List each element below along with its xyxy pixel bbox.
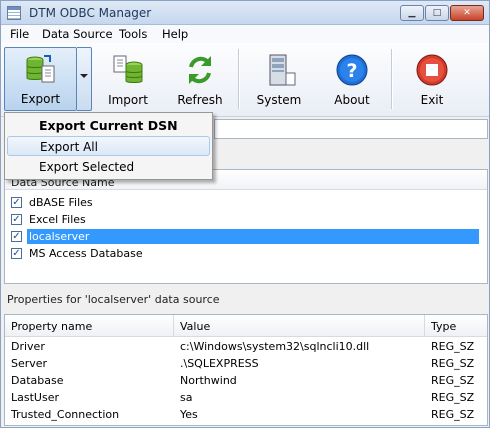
toolbar-separator [391,49,392,109]
table-cell[interactable]: REG_SZ [425,338,487,355]
menu-help[interactable]: Help [162,27,188,41]
export-button[interactable]: Export [4,47,77,111]
dsn-path-field[interactable] [214,119,488,139]
table-cell[interactable]: c:\Windows\system32\sqlncli10.dll [174,338,425,355]
system-label: System [256,93,302,107]
maximize-button[interactable]: □ [425,5,449,21]
dsn-name: Excel Files [29,213,86,226]
dsn-name: localserver [26,228,480,245]
table-cell[interactable]: Database [5,372,174,389]
dsn-list[interactable]: Data Source Name ✓ dBASE Files ✓ Excel F… [4,169,488,284]
toolbar: Export Import Refresh System ? About Exi… [1,43,489,117]
export-dropdown-button[interactable] [77,47,92,111]
refresh-button[interactable]: Refresh [169,47,231,111]
menu-data-source[interactable]: Data Source [42,27,113,41]
about-label: About [334,93,370,107]
main-window: DTM ODBC Manager ▁ □ ✕ File Data Source … [0,0,490,428]
column-header-type[interactable]: Type [425,315,487,337]
title-bar: DTM ODBC Manager ▁ □ ✕ [1,1,489,25]
properties-label: Properties for 'localserver' data source [7,293,220,306]
table-cell[interactable]: REG_SZ [425,406,487,423]
dsn-list-item-selected[interactable]: ✓ localserver [9,228,480,245]
help-icon: ? [336,54,368,86]
exit-button[interactable]: Exit [401,47,463,111]
minimize-button[interactable]: ▁ [400,5,424,21]
table-cell[interactable]: LastUser [5,389,174,406]
checkbox[interactable]: ✓ [11,197,22,208]
system-button[interactable]: System [247,47,311,111]
dsn-name: MS Access Database [29,247,143,260]
menu-bar: File Data Source Tools Help [1,25,489,43]
table-cell[interactable]: sa [174,389,425,406]
chevron-down-icon [80,74,88,78]
properties-table[interactable]: Property name Value Type Driver c:\Windo… [4,314,488,426]
table-cell[interactable]: REG_SZ [425,372,487,389]
dsn-list-item[interactable]: ✓ MS Access Database [9,246,479,262]
export-dropdown-menu: Export Current DSN Export All Export Sel… [4,112,213,180]
table-cell[interactable]: .\SQLEXPRESS [174,355,425,372]
table-cell[interactable]: REG_SZ [425,355,487,372]
window-title: DTM ODBC Manager [29,6,152,20]
table-cell[interactable]: REG_SZ [425,389,487,406]
stop-icon [416,54,448,86]
svg-text:?: ? [346,60,357,82]
exit-label: Exit [420,93,444,107]
checkbox[interactable]: ✓ [11,214,22,225]
table-cell[interactable]: Northwind [174,372,425,389]
export-database-icon [26,55,54,83]
refresh-icon [189,56,211,84]
menu-tools[interactable]: Tools [119,27,147,41]
menu-item-export-selected[interactable]: Export Selected [7,157,210,177]
app-icon [7,6,21,20]
table-cell[interactable]: Driver [5,338,174,355]
column-header-property-name[interactable]: Property name [5,315,174,337]
dsn-list-item[interactable]: ✓ dBASE Files [9,195,479,211]
import-button[interactable]: Import [97,47,159,111]
table-cell[interactable]: Server [5,355,174,372]
menu-item-export-current-dsn[interactable]: Export Current DSN [7,115,210,135]
refresh-label: Refresh [177,93,223,107]
system-server-icon [269,54,296,86]
menu-item-export-all[interactable]: Export All [7,136,210,156]
toolbar-separator [238,49,239,109]
checkbox[interactable]: ✓ [11,231,22,242]
dsn-name: dBASE Files [29,196,93,209]
close-button[interactable]: ✕ [450,5,484,21]
table-cell[interactable]: Trusted_Connection [5,406,174,423]
about-button[interactable]: ? About [321,47,383,111]
checkbox[interactable]: ✓ [11,248,22,259]
import-database-icon [113,55,143,83]
export-label: Export [20,92,61,106]
menu-file[interactable]: File [10,27,29,41]
import-label: Import [108,93,148,107]
dsn-list-item[interactable]: ✓ Excel Files [9,212,479,228]
table-cell[interactable]: Yes [174,406,425,423]
column-header-value[interactable]: Value [174,315,425,337]
